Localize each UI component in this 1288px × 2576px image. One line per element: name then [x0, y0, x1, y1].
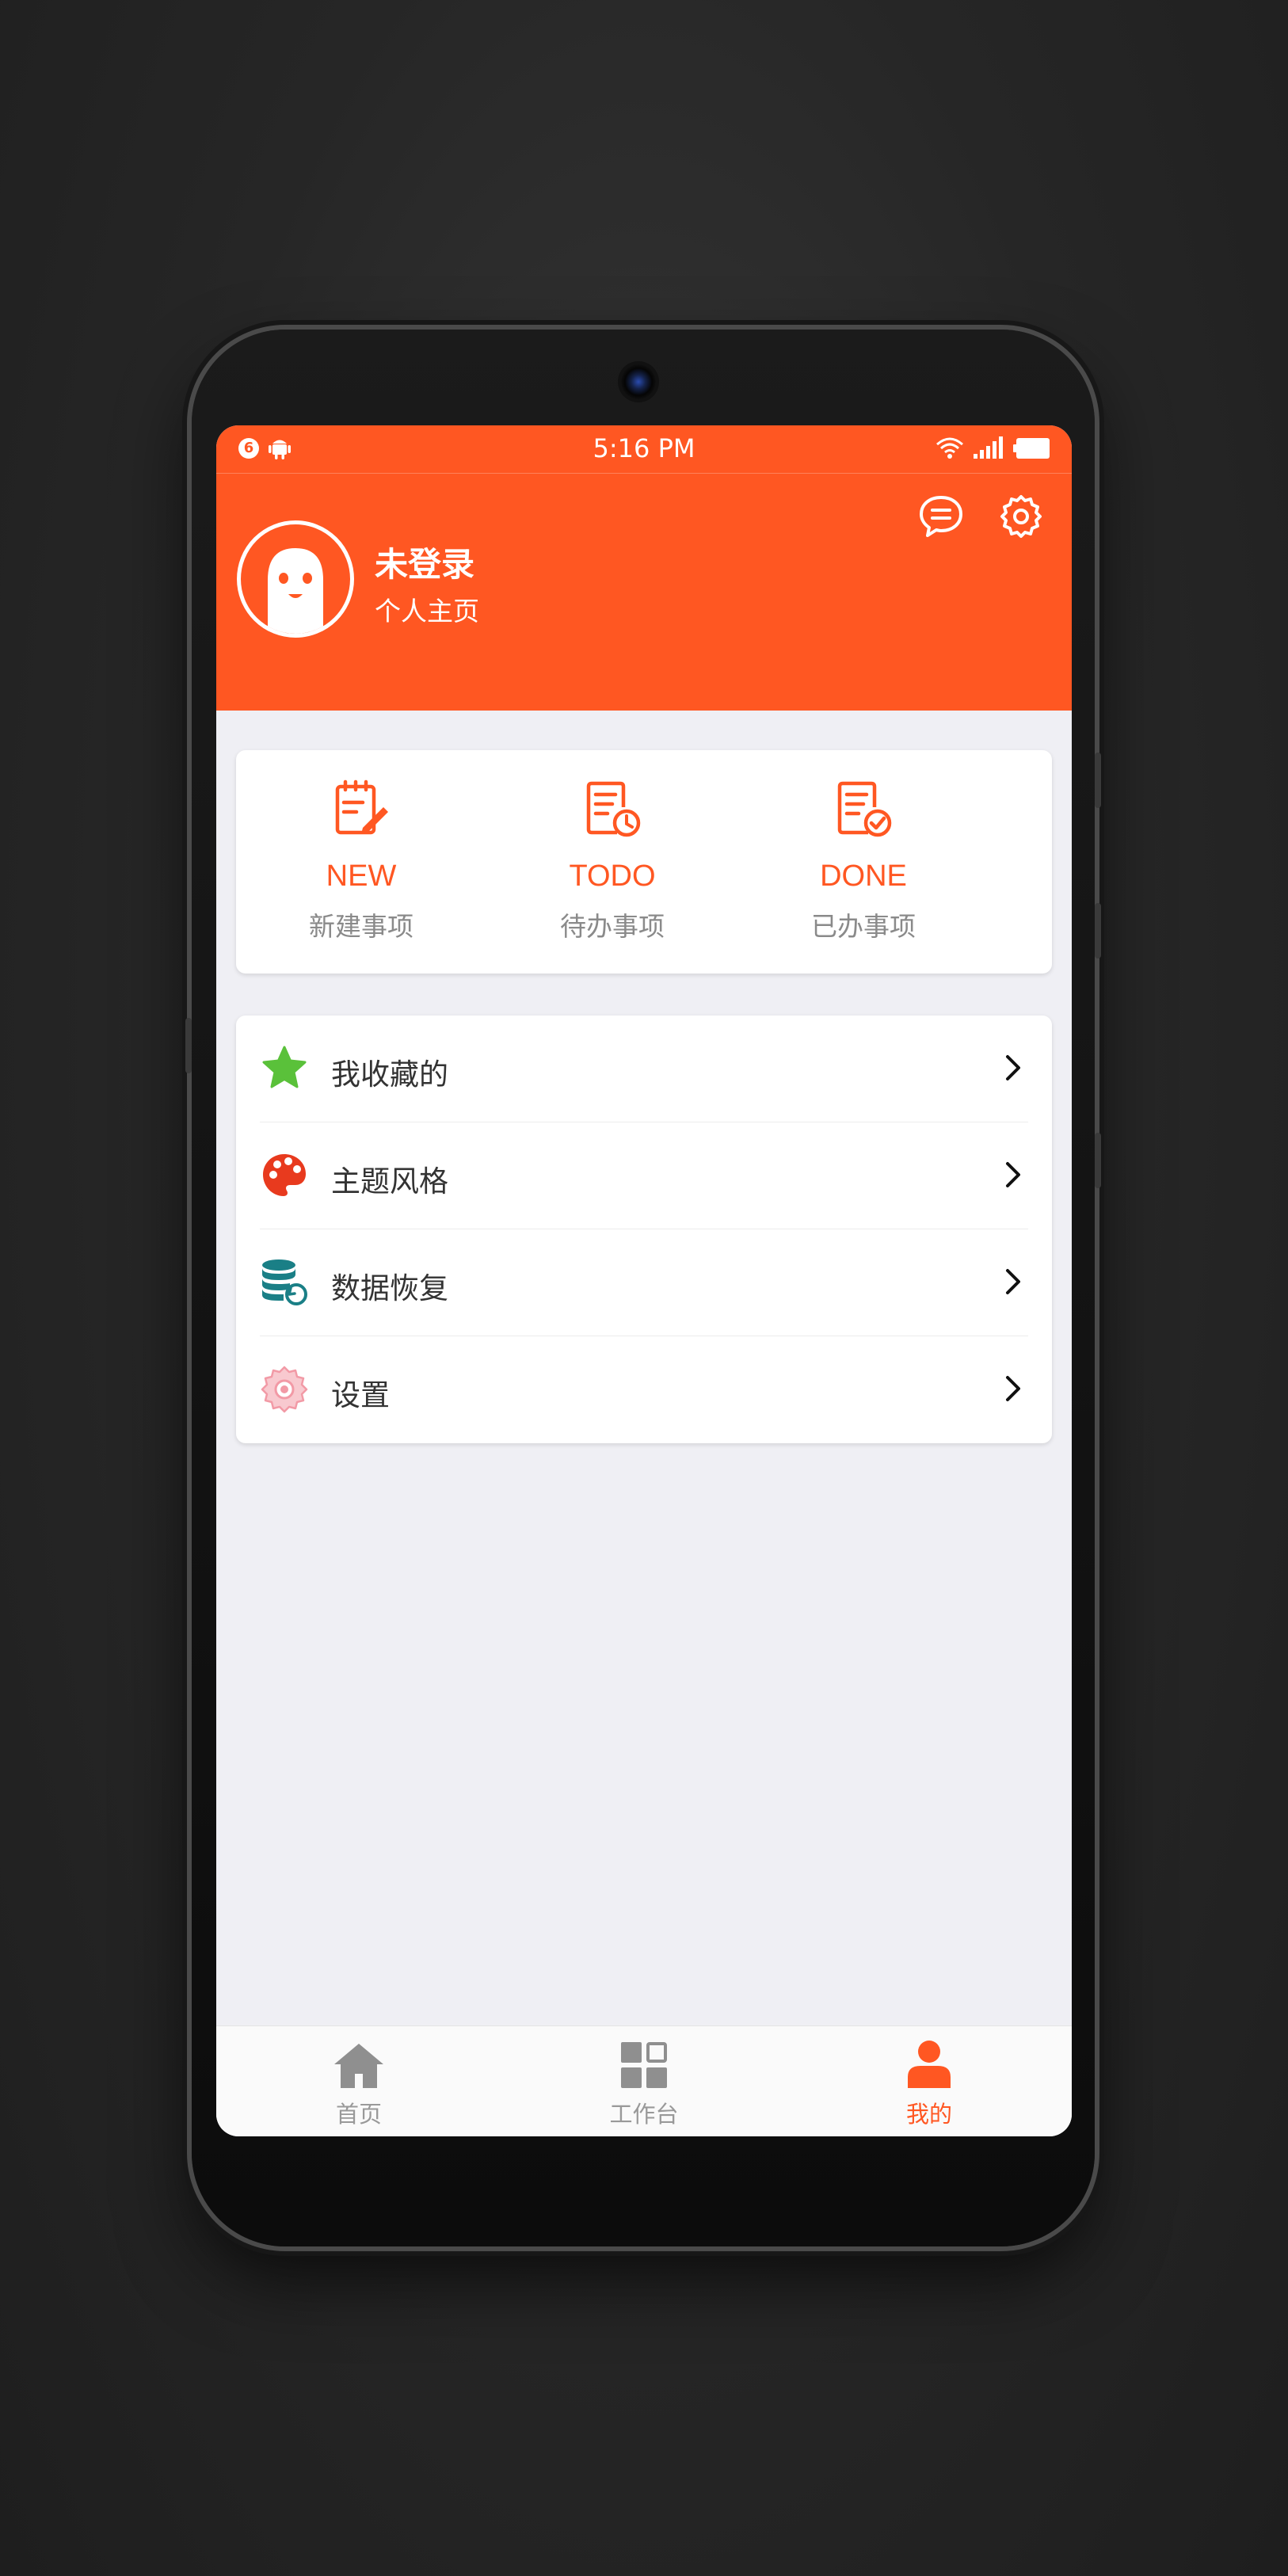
database-restore-icon [262, 1259, 307, 1305]
battery-icon [1013, 438, 1050, 459]
quick-action-new[interactable]: NEW 新建事项 [236, 750, 486, 974]
user-name[interactable]: 未登录 [375, 538, 474, 586]
status-bar: 6 5:16 PM [216, 425, 1072, 474]
signal-icon [974, 436, 1003, 459]
profile-header: 6 5:16 PM 未登录 个人主页 [216, 425, 1072, 711]
quick-actions-card: NEW 新建事项 TODO 待办事项 DONE 已办事项 [236, 750, 1052, 974]
chevron-right-icon [1006, 1269, 1020, 1294]
tab-label: 我的 [905, 2101, 952, 2128]
menu-card: 我收藏的 主题风格 数据恢复 设置 [236, 1016, 1052, 1443]
menu-item-settings[interactable]: 设置 [236, 1336, 1052, 1443]
settings-button[interactable] [993, 489, 1049, 544]
menu-item-label: 数据恢复 [331, 1271, 448, 1305]
front-camera [621, 364, 656, 399]
home-icon [334, 2044, 383, 2088]
bottom-tab-bar: 首页 工作台 我的 [216, 2025, 1072, 2136]
gear-flower-icon [261, 1366, 308, 1413]
chevron-right-icon [1006, 1162, 1020, 1187]
tab-label: 工作台 [609, 2101, 679, 2128]
phone-side-button [185, 1018, 192, 1073]
menu-item-favorites[interactable]: 我收藏的 [236, 1016, 1052, 1122]
avatar[interactable] [237, 520, 354, 638]
app-screen: 6 5:16 PM 未登录 个人主页 NEW 新建事项 TODO 待办事项 DO… [216, 425, 1072, 2136]
menu-item-label: 设置 [331, 1378, 390, 1412]
quick-action-title: DONE [820, 859, 907, 893]
phone-side-button [1095, 903, 1101, 958]
profile-homepage-link[interactable]: 个人主页 [375, 590, 479, 628]
tab-label: 首页 [335, 2101, 382, 2128]
tab-home[interactable]: 首页 [216, 2026, 501, 2136]
tab-mine[interactable]: 我的 [787, 2026, 1072, 2136]
quick-action-done[interactable]: DONE 已办事项 [738, 750, 989, 974]
quick-action-todo[interactable]: TODO 待办事项 [487, 750, 737, 974]
quick-action-subtitle: 新建事项 [309, 911, 413, 942]
menu-item-label: 我收藏的 [331, 1057, 448, 1092]
quick-action-subtitle: 待办事项 [560, 911, 665, 942]
ghost-avatar-icon [268, 548, 323, 634]
phone-side-button [1095, 1133, 1101, 1188]
todo-note-icon [586, 781, 641, 837]
tab-workbench[interactable]: 工作台 [501, 2026, 787, 2136]
message-button[interactable] [913, 489, 969, 544]
menu-item-label: 主题风格 [331, 1164, 448, 1198]
settings-icon [1000, 495, 1042, 538]
person-icon [908, 2041, 951, 2088]
quick-action-title: NEW [326, 859, 397, 893]
message-icon [920, 496, 962, 537]
wifi-icon [936, 437, 963, 459]
grid-icon [621, 2042, 667, 2088]
menu-item-theme[interactable]: 主题风格 [236, 1122, 1052, 1229]
new-note-icon [335, 779, 388, 835]
palette-icon [263, 1154, 306, 1196]
chevron-right-icon [1006, 1376, 1020, 1401]
chevron-right-icon [1006, 1055, 1020, 1080]
star-icon [262, 1046, 307, 1088]
quick-action-title: TODO [569, 859, 656, 893]
phone-side-button [1095, 753, 1101, 808]
menu-item-data-restore[interactable]: 数据恢复 [236, 1229, 1052, 1336]
done-note-icon [837, 781, 892, 837]
quick-action-subtitle: 已办事项 [811, 911, 916, 942]
